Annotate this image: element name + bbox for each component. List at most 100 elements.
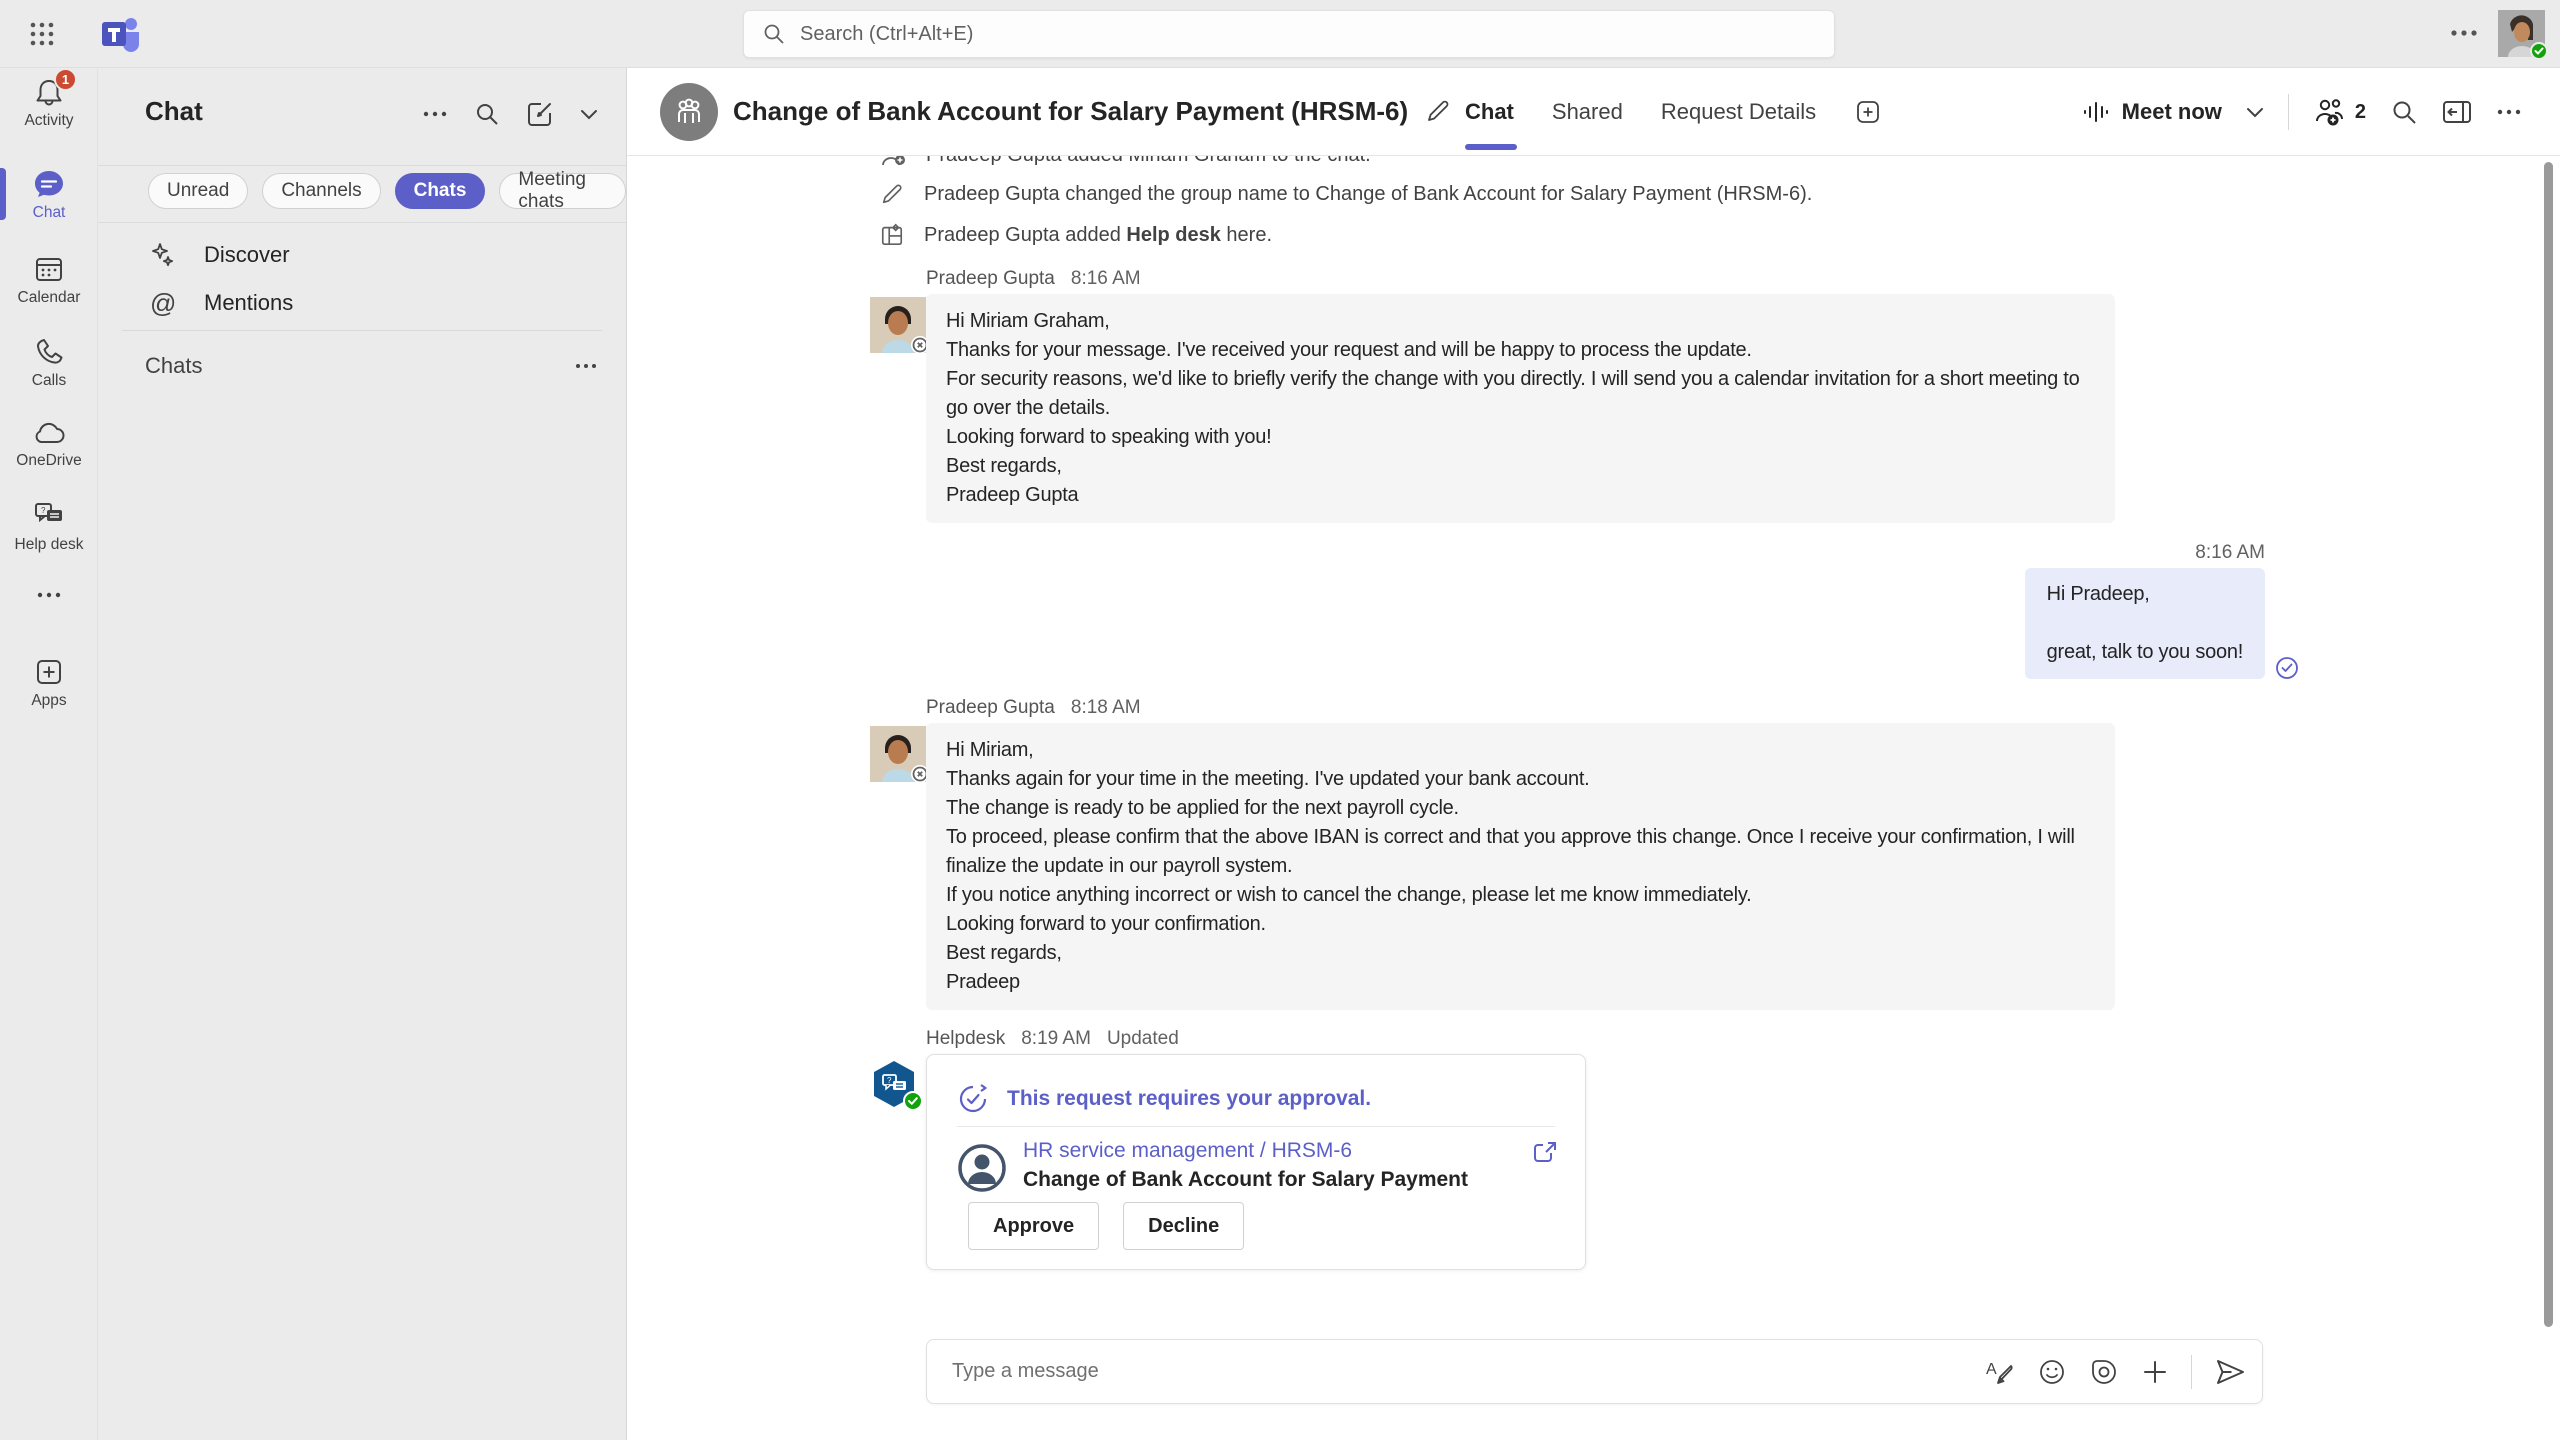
rail-item-chat[interactable]: Chat [0, 168, 98, 222]
group-avatar[interactable] [660, 83, 718, 141]
decline-button[interactable]: Decline [1123, 1202, 1244, 1250]
chats-section-label: Chats [145, 353, 202, 379]
author-name: Pradeep Gupta [926, 697, 1055, 719]
send-icon[interactable] [2214, 1356, 2246, 1388]
app-rail: 1 Activity Chat Calendar [0, 68, 98, 1440]
format-icon[interactable]: A [1985, 1357, 2015, 1387]
chat-list-panel: Chat Unread Channels Chats Meeting chats [98, 68, 627, 1440]
author-name: Helpdesk [926, 1028, 1005, 1050]
chat-main: Change of Bank Account for Salary Paymen… [627, 68, 2560, 1440]
filter-chats[interactable]: Chats [395, 173, 486, 209]
panel-search-icon[interactable] [474, 101, 500, 127]
system-message-rename: Pradeep Gupta changed the group name to … [880, 182, 1812, 206]
add-tab-icon[interactable] [1854, 98, 1882, 126]
rail-item-helpdesk[interactable]: ? Help desk [0, 500, 98, 554]
user-avatar[interactable] [2498, 10, 2545, 57]
message-meta: Helpdesk 8:19 AM Updated [926, 1028, 1179, 1050]
waveform-icon [2082, 98, 2110, 126]
divider [98, 222, 626, 223]
message-input[interactable] [952, 1360, 1985, 1383]
incoming-message: Hi Miriam, Thanks again for your time in… [926, 723, 2115, 1010]
rail-item-calls[interactable]: Calls [0, 336, 98, 390]
tab-chat[interactable]: Chat [1465, 99, 1514, 125]
topbar-more-icon[interactable] [2443, 22, 2485, 44]
helpdesk-icon: ? [31, 500, 67, 532]
message-time: 8:16 AM [1071, 268, 1141, 290]
incoming-message: Hi Miriam Graham, Thanks for your messag… [926, 294, 2115, 523]
divider [957, 1126, 1555, 1127]
scrollbar-thumb[interactable] [2544, 162, 2553, 1327]
panel-more-icon[interactable] [422, 110, 448, 118]
rail-item-apps[interactable]: Apps [0, 656, 98, 710]
edit-title-pencil-icon[interactable] [1425, 98, 1451, 124]
message-time: 8:19 AM [1021, 1028, 1091, 1050]
phone-icon [33, 336, 65, 368]
app-name: Help desk [1126, 224, 1220, 246]
chat-header: Change of Bank Account for Salary Paymen… [627, 68, 2560, 156]
new-chat-icon[interactable] [526, 100, 554, 128]
approve-button[interactable]: Approve [968, 1202, 1099, 1250]
rail-item-calendar[interactable]: Calendar [0, 253, 98, 307]
rail-item-activity[interactable]: 1 Activity [0, 76, 98, 130]
message-status: Updated [1107, 1028, 1179, 1050]
tab-shared[interactable]: Shared [1552, 99, 1623, 125]
sender-avatar[interactable] [870, 297, 926, 353]
apps-plus-icon [33, 656, 65, 688]
tab-request-details[interactable]: Request Details [1661, 99, 1816, 125]
add-people-button[interactable]: 2 [2313, 97, 2366, 127]
system-message-app-added: Pradeep Gupta added Help desk here. [880, 223, 1272, 247]
chat-search-icon[interactable] [2390, 98, 2418, 126]
at-icon: @ [150, 288, 176, 319]
pencil-icon [880, 182, 904, 206]
system-message-added-user: Pradeep Gupta added Miriam Graham to the… [880, 156, 1371, 168]
waffle-icon[interactable] [28, 20, 56, 48]
person-circle-icon [957, 1143, 1007, 1193]
discover-item[interactable]: Discover [98, 232, 626, 278]
meet-now-button[interactable]: Meet now [2082, 98, 2222, 126]
approval-sync-check-icon [957, 1083, 989, 1115]
external-link-icon[interactable] [1531, 1139, 1559, 1167]
svg-text:?: ? [41, 506, 46, 515]
loop-icon[interactable] [2089, 1357, 2119, 1387]
attach-plus-icon[interactable] [2141, 1358, 2169, 1386]
cloud-icon [31, 418, 67, 448]
approval-card: This request requires your approval. HR … [926, 1054, 1586, 1270]
chat-filters: Unread Channels Chats Meeting chats [148, 173, 626, 209]
delivered-check-icon [2274, 655, 2300, 681]
rail-item-onedrive[interactable]: OneDrive [0, 418, 98, 470]
divider [2288, 94, 2289, 130]
author-name: Pradeep Gupta [926, 268, 1055, 290]
rail-more-icon[interactable] [0, 590, 98, 600]
helpdesk-bot-avatar[interactable]: ? [869, 1059, 919, 1109]
message-list: Pradeep Gupta added Miriam Graham to the… [627, 156, 2560, 1440]
panel-title: Chat [145, 96, 203, 127]
meet-now-chevron-icon[interactable] [2246, 106, 2264, 118]
approval-required-text: This request requires your approval. [1007, 1087, 1371, 1111]
emoji-icon[interactable] [2037, 1357, 2067, 1387]
svg-text:A: A [1986, 1361, 1997, 1378]
app-top-bar [0, 0, 2560, 68]
sender-avatar[interactable] [870, 726, 926, 782]
divider [2191, 1355, 2192, 1389]
verified-check-icon [903, 1091, 923, 1111]
filter-meeting-chats[interactable]: Meeting chats [499, 173, 626, 209]
new-chat-chevron-icon[interactable] [580, 108, 598, 120]
active-tab-indicator [1465, 144, 1517, 150]
calendar-icon [33, 253, 65, 285]
filter-channels[interactable]: Channels [262, 173, 380, 209]
app-added-icon [880, 223, 904, 247]
filter-unread[interactable]: Unread [148, 173, 248, 209]
conversation-title: Change of Bank Account for Salary Paymen… [733, 96, 1408, 127]
open-panel-icon[interactable] [2442, 99, 2472, 125]
activity-badge: 1 [54, 68, 77, 91]
outgoing-message: Hi Pradeep, great, talk to you soon! [2025, 568, 2265, 679]
participant-count: 2 [2355, 101, 2366, 124]
message-time: 8:18 AM [1071, 697, 1141, 719]
sparkle-icon [150, 242, 176, 268]
divider [122, 330, 602, 331]
search-input[interactable] [800, 23, 1816, 46]
request-link[interactable]: HR service management / HRSM-6 [1023, 1139, 1352, 1163]
chat-more-icon[interactable] [2496, 108, 2522, 116]
mentions-item[interactable]: @ Mentions [98, 280, 626, 326]
chats-section-more-icon[interactable] [574, 362, 598, 370]
